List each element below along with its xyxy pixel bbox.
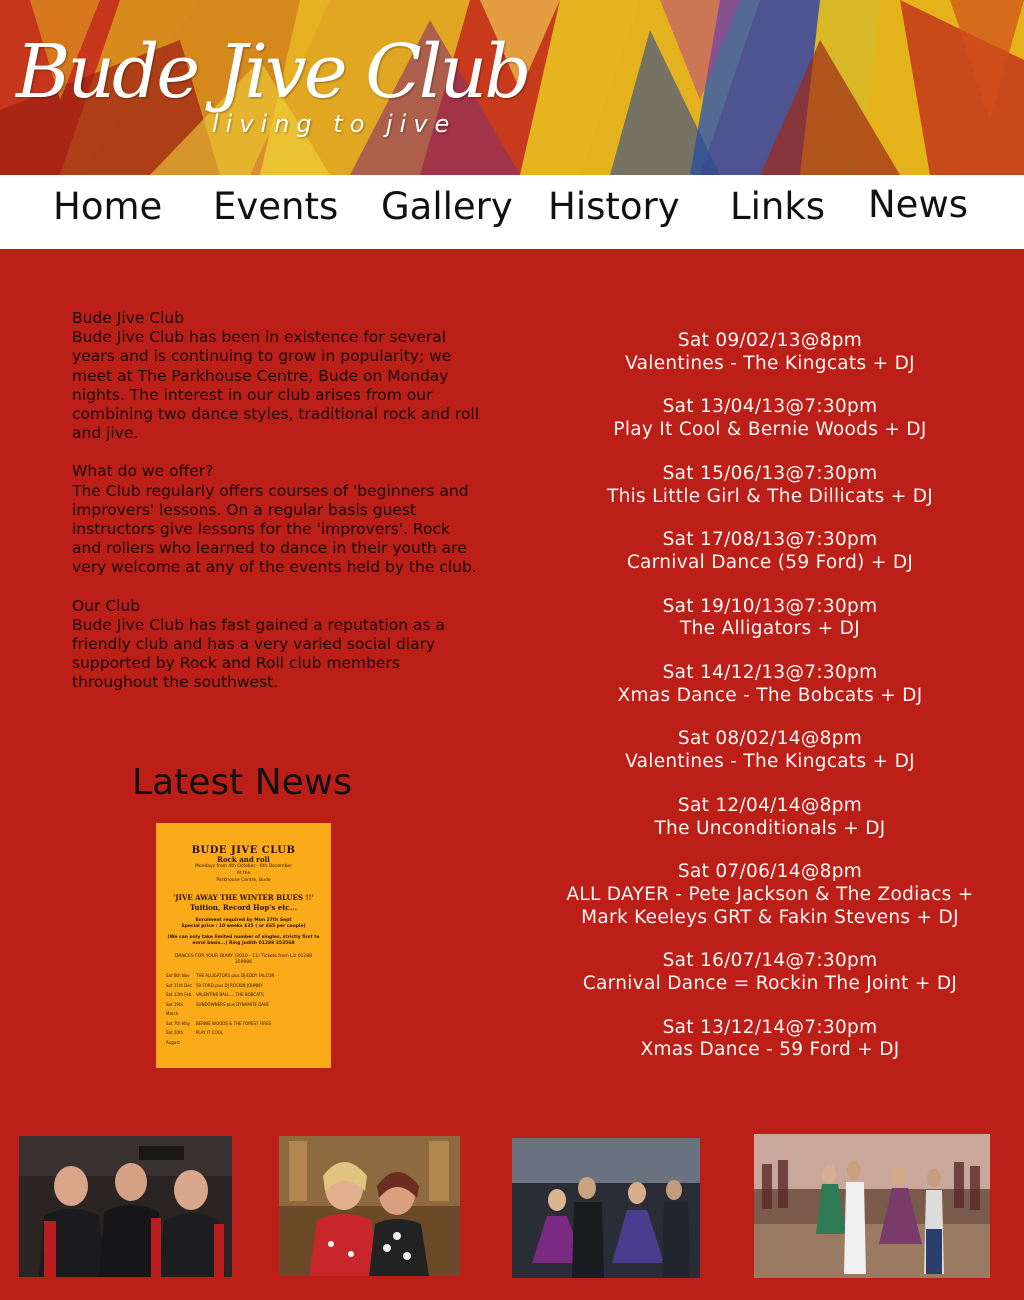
event-item: Sat 13/04/13@7:30pm Play It Cool & Berni… (548, 396, 992, 441)
poster-diary-row: Sat 20th August PLAY IT COOL (166, 1030, 224, 1045)
event-act: The Alligators + DJ (680, 618, 860, 640)
logo-title: Bude Jive Club (16, 29, 531, 115)
main-nav: Home Events Gallery History Links News (0, 175, 1024, 249)
poster-diary-row: Sat 19th March SUNDOWNERS plus DYNAMITE D… (166, 1001, 269, 1017)
about-heading-our-club: Our Club (72, 596, 141, 615)
event-act: Valentines - The Kingcats + DJ (625, 352, 915, 374)
poster-diary-row: Sat 6th Nov THE ALLIGATORS plus DJ EDDY F… (166, 973, 275, 978)
site-logo[interactable]: Bude Jive Club living to jive (16, 22, 531, 142)
poster-headline: 'JIVE AWAY THE WINTER BLUES !!' (173, 893, 314, 902)
poster-diary-row: Sat 12th Feb VALENTINE BALL.... THE BOBCA… (166, 992, 264, 997)
about-heading-club: Bude Jive Club (72, 309, 185, 327)
poster-diary-title: DANCES FOR YOUR DIARY (2010 - 11) Ticket… (174, 954, 313, 965)
about-paragraph-club: Bude Jive Club has been in existence for… (72, 328, 480, 443)
event-act: Xmas Dance - The Bobcats + DJ (617, 684, 923, 706)
event-date: Sat 09/02/13@8pm (677, 330, 863, 351)
poster-line4: Parkhouse Centre, Bude (216, 878, 271, 883)
poster-diary-row: Sat 11th Dec 59 FORD plus DJ ROCKIN JOHNN… (166, 982, 263, 988)
nav-home[interactable]: Home (53, 185, 162, 229)
logo-tagline: living to jive (212, 110, 457, 138)
poster-sub: Tuition, Record Hop's etc... (189, 903, 298, 912)
gallery-photo-ladies[interactable] (279, 1136, 460, 1276)
about-paragraph-offer: The Club regularly offers courses of 'be… (72, 481, 477, 577)
event-act: Carnival Dance (59 Ford) + DJ (626, 551, 914, 573)
events-list: Sat 09/02/13@8pm Valentines - The Kingca… (548, 330, 992, 1083)
event-item: Sat 19/10/13@7:30pm The Alligators + DJ (548, 596, 992, 641)
gallery-photo-hall-dancing[interactable] (754, 1134, 990, 1278)
event-item: Sat 16/07/14@7:30pm Carnival Dance = Roc… (548, 950, 992, 995)
event-item: Sat 09/02/13@8pm Valentines - The Kingca… (548, 330, 992, 375)
nav-history[interactable]: History (548, 185, 680, 229)
poster-line1: Rock and roll (217, 855, 270, 864)
nav-events[interactable]: Events (213, 185, 338, 229)
about-heading-offer: What do we offer? (72, 462, 214, 481)
event-date: Sat 16/07/14@7:30pm (662, 950, 878, 972)
event-item: Sat 07/06/14@8pm ALL DAYER - Pete Jackso… (548, 861, 992, 929)
event-act: This Little Girl & The Dillicats + DJ (606, 485, 933, 507)
poster-price: Special price : 10 weeks £35 ( or £65 pe… (181, 923, 306, 929)
latest-news-title: Latest News (132, 762, 352, 803)
event-item: Sat 14/12/13@7:30pm Xmas Dance - The Bob… (548, 662, 992, 707)
event-date: Sat 17/08/13@7:30pm (662, 529, 878, 551)
event-date: Sat 12/04/14@8pm (677, 794, 863, 816)
poster-line2: Mondays from 4th October - 6th December (194, 864, 293, 869)
gallery-photo-band-members[interactable] (19, 1136, 232, 1277)
nav-links[interactable]: Links (730, 185, 825, 229)
about-section: Bude Jive Club Bude Jive Club has been i… (72, 309, 482, 712)
event-item: Sat 08/02/14@8pm Valentines - The Kingca… (548, 728, 992, 773)
event-act: Xmas Dance - 59 Ford + DJ (640, 1039, 900, 1061)
poster-diary-row: Sat 7th May BERNIE WOODS & THE FOREST FIR… (166, 1020, 272, 1026)
poster-line3: At the (236, 871, 251, 876)
event-date: Sat 13/12/14@7:30pm (662, 1016, 878, 1038)
event-date: Sat 07/06/14@8pm (677, 861, 863, 883)
event-act: The Unconditionals + DJ (654, 817, 886, 839)
event-date: Sat 15/06/13@7:30pm (662, 462, 878, 484)
news-poster[interactable]: BUDE JIVE CLUB Rock and roll Mondays fro… (156, 823, 331, 1068)
nav-news[interactable]: News (868, 183, 968, 227)
about-paragraph-our-club: Bude Jive Club has fast gained a reputat… (72, 615, 445, 692)
event-item: Sat 13/12/14@7:30pm Xmas Dance - 59 Ford… (548, 1017, 992, 1062)
event-act: ALL DAYER - Pete Jackson & The Zodiacs +… (566, 883, 974, 928)
header-banner: Bude Jive Club living to jive (0, 0, 1024, 175)
nav-gallery[interactable]: Gallery (381, 185, 513, 229)
event-date: Sat 13/04/13@7:30pm (662, 396, 878, 418)
event-act: Carnival Dance = Rockin The Joint + DJ (582, 973, 958, 995)
poster-diary-list: Sat 6th Nov THE ALLIGATORS plus DJ EDDY F… (166, 971, 321, 1047)
event-item: Sat 12/04/14@8pm The Unconditionals + DJ (548, 795, 992, 840)
poster-note: (We can only take limited number of sing… (167, 935, 320, 946)
event-date: Sat 14/12/13@7:30pm (662, 662, 878, 684)
event-act: Play It Cool & Bernie Woods + DJ (613, 419, 927, 441)
event-act: Valentines - The Kingcats + DJ (625, 751, 915, 773)
event-date: Sat 08/02/14@8pm (677, 728, 863, 750)
event-date: Sat 19/10/13@7:30pm (662, 595, 878, 617)
event-item: Sat 17/08/13@7:30pm Carnival Dance (59 F… (548, 529, 992, 574)
gallery-photo-dance-floor[interactable] (512, 1138, 700, 1278)
event-item: Sat 15/06/13@7:30pm This Little Girl & T… (548, 463, 992, 508)
